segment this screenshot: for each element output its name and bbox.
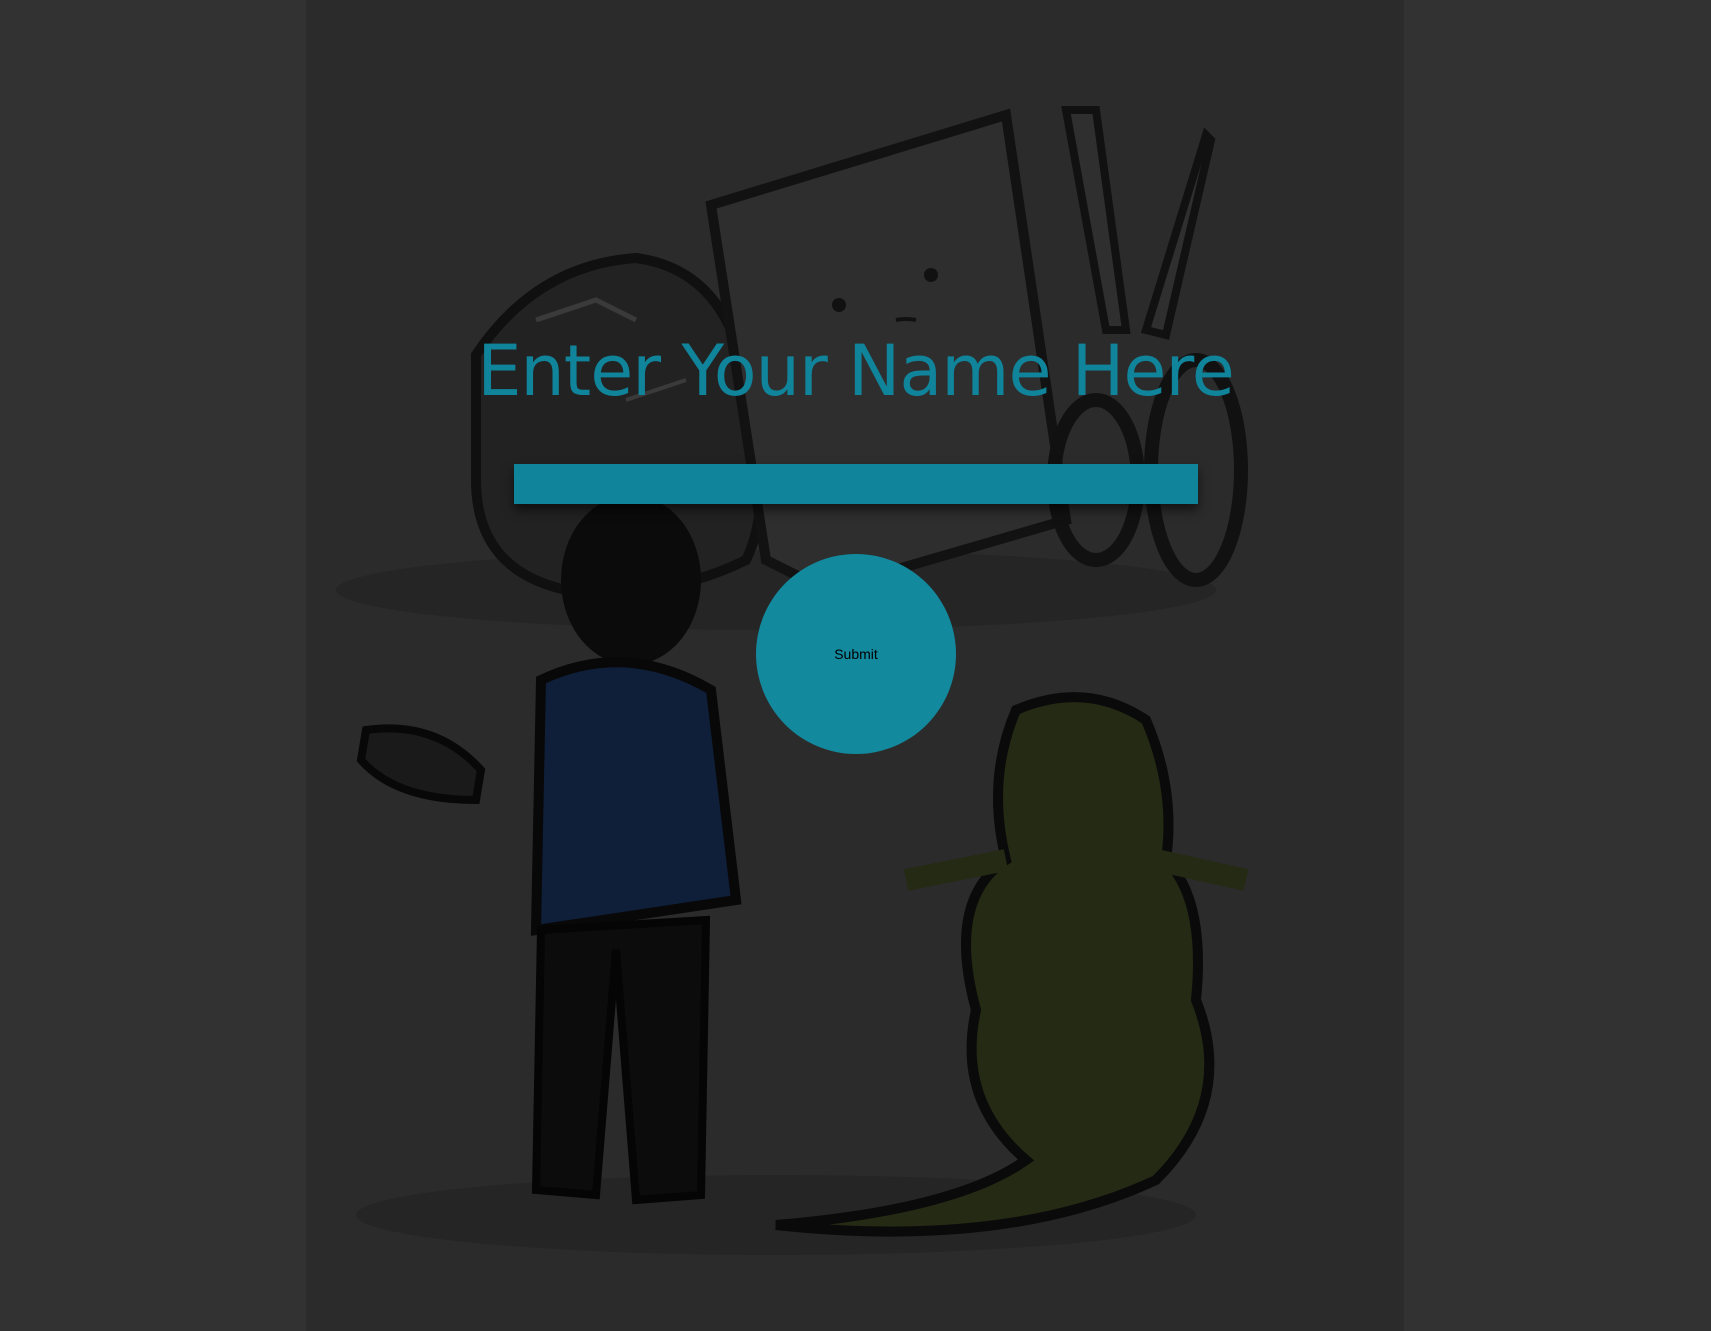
submit-button[interactable]: Submit bbox=[756, 554, 956, 754]
page-title: Enter Your Name Here bbox=[477, 330, 1235, 412]
name-input[interactable] bbox=[514, 464, 1198, 504]
page-stage: Enter Your Name Here Submit bbox=[0, 0, 1711, 1331]
lizard-character bbox=[775, 692, 1249, 1237]
